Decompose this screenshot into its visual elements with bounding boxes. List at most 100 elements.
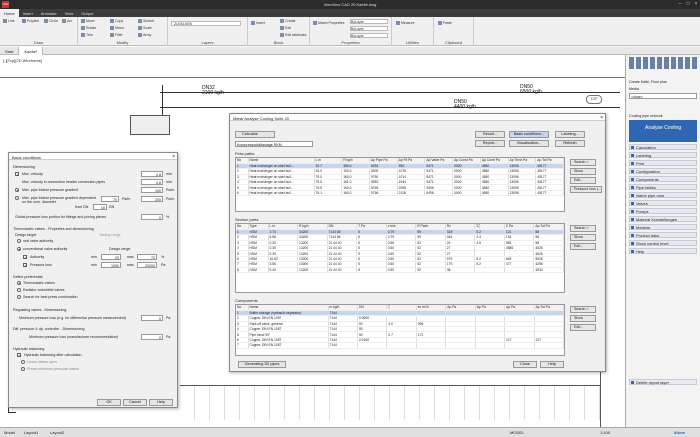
- close-button[interactable]: Close: [513, 361, 537, 368]
- table-row[interactable]: 4 Heat exchanger on start buil... 79.0 161.…: [236, 179, 564, 186]
- help-button[interactable]: Help: [149, 399, 173, 406]
- min-diff-pressure-input[interactable]: 0: [141, 334, 163, 340]
- network-select[interactable]: Kompressorkältanlage RKM: [235, 141, 313, 147]
- thermostatic-valves-radio[interactable]: [17, 281, 21, 285]
- block-create-button[interactable]: Create: [280, 19, 296, 24]
- panel-item-configuration[interactable]: Configuration: [629, 168, 697, 174]
- rotate-button[interactable]: Rotate: [81, 26, 96, 31]
- media-select[interactable]: <shae>: [629, 93, 697, 99]
- panel-item-components[interactable]: Components: [629, 176, 697, 182]
- panel-item-calculation[interactable]: Calculation: [629, 144, 697, 150]
- panel-item-material[interactable]: Material Krandellungen: [629, 216, 697, 222]
- visualization-button[interactable]: Visualization...: [509, 140, 549, 147]
- mirror-button[interactable]: Mirror: [110, 26, 124, 31]
- fillet-button[interactable]: Fillet: [110, 33, 122, 38]
- panel-item-help[interactable]: Help: [629, 248, 697, 254]
- cancel-button[interactable]: Cancel: [123, 399, 147, 406]
- search-best-press-radio[interactable]: [17, 295, 21, 299]
- max-velocity-connect-input[interactable]: 0.8: [141, 179, 163, 185]
- basic-conditions-button[interactable]: Basic conditions...: [509, 131, 549, 138]
- toolbar-icons[interactable]: [629, 57, 697, 69]
- array-button[interactable]: Array: [138, 33, 151, 38]
- pressure-loss-button[interactable]: Pressure loss (...: [570, 186, 602, 193]
- maximize-icon[interactable]: □: [684, 1, 692, 8]
- generate-3d-pipes-button[interactable]: Generating 3D pipes: [238, 361, 286, 368]
- line-button[interactable]: Line: [3, 19, 15, 24]
- from-dn-input[interactable]: 10: [93, 204, 107, 210]
- show-button[interactable]: Show: [570, 168, 596, 175]
- pa-m-high-input[interactable]: 200: [141, 196, 163, 202]
- ok-button[interactable]: OK: [97, 399, 121, 406]
- table-row[interactable]: 6 Heat exchanger on start buil... 75.1 160.…: [236, 190, 564, 197]
- max-pipe-friction-input[interactable]: 100: [141, 187, 163, 193]
- edit-attributes-button[interactable]: Edit attributes: [280, 33, 306, 38]
- panel-item-labeling[interactable]: Labeling: [629, 152, 697, 158]
- conventional-valve-radio[interactable]: [17, 247, 21, 251]
- panel-item-name-pipe-runs[interactable]: Name pipe runs: [629, 192, 697, 198]
- match-properties-button[interactable]: Match Properties: [313, 21, 344, 26]
- global-pressure-input[interactable]: 0: [141, 214, 163, 220]
- help-button[interactable]: Help: [540, 361, 564, 368]
- lineweight-select[interactable]: ByLayer: [350, 33, 388, 38]
- panel-item-show-control-level[interactable]: Show control level: [629, 240, 697, 246]
- max-pipe-friction-radio[interactable]: [15, 188, 19, 192]
- real-valve-radio[interactable]: [17, 239, 21, 243]
- max-velocity-input[interactable]: 0.8: [141, 171, 163, 177]
- min-pressure-loss-input[interactable]: 0: [141, 315, 163, 321]
- copy-button[interactable]: Copy: [110, 19, 123, 24]
- authority-checkbox[interactable]: [23, 255, 27, 260]
- trim-button[interactable]: Trim: [81, 33, 93, 38]
- block-insert-button[interactable]: Insert: [251, 21, 265, 26]
- layout-tab-model[interactable]: Model: [4, 430, 15, 435]
- pressure-max-input[interactable]: 20000: [137, 262, 157, 268]
- minimize-icon[interactable]: –: [676, 1, 684, 8]
- table-row[interactable]: 8 HSM 0.40 13200 21 44 40 5 0.50 52 38 4534: [236, 267, 564, 274]
- move-button[interactable]: Move: [81, 19, 95, 24]
- radiator-lockshield-radio[interactable]: [17, 288, 21, 292]
- table-row[interactable]: 5 Heat exchanger on start buil... 75.5 160.…: [236, 184, 564, 191]
- table-row[interactable]: 2 Heat exchanger on start buil... 34.0 100.…: [236, 168, 564, 175]
- pressure-min-input[interactable]: 1000: [101, 262, 121, 268]
- hydraulic-after-checkbox[interactable]: [17, 353, 21, 358]
- block-edit-button[interactable]: Edit: [280, 26, 291, 31]
- table-row[interactable]: 1 Heat exchanger on start buil... 30.7 356.…: [236, 163, 564, 170]
- close-icon[interactable]: ×: [172, 154, 175, 160]
- viewcube[interactable]: TOP: [586, 95, 602, 104]
- panel-item-valves[interactable]: Valves: [629, 200, 697, 206]
- paste-button[interactable]: Paste: [438, 21, 452, 26]
- viewport-label[interactable]: [-][Top][2D Wireframe]: [3, 58, 42, 63]
- edit-button[interactable]: Edit...: [570, 177, 596, 184]
- edit-button[interactable]: Edit...: [570, 324, 596, 331]
- result-button[interactable]: Result...: [475, 131, 505, 138]
- leave-valves-radio[interactable]: [21, 360, 25, 364]
- polyline-button[interactable]: Polyline: [22, 19, 39, 24]
- panel-item-print[interactable]: Print: [629, 160, 697, 166]
- authority-min-input[interactable]: 20: [101, 254, 121, 260]
- edit-button[interactable]: Edit...: [570, 243, 596, 250]
- circle-button[interactable]: Circle: [44, 19, 58, 24]
- table-row[interactable]: 3 Heat exchanger on start buil... 79.0 160.…: [236, 174, 564, 181]
- flow-paths-table[interactable]: No Name L mR kg/h Δp Pipe Pa Δp Fit Pa Δp Val…: [235, 157, 565, 212]
- refresh-button[interactable]: Refresh: [555, 140, 585, 147]
- panel-item-pumps[interactable]: Pumps: [629, 208, 697, 214]
- pa-m-low-input[interactable]: 70: [101, 196, 119, 202]
- layout-tab-layout1[interactable]: Layout1: [24, 430, 38, 435]
- layer-select[interactable]: ZU0SLKEN: [171, 21, 241, 26]
- show-button[interactable]: Show: [570, 315, 596, 322]
- calculate-button[interactable]: Calculate: [235, 131, 275, 138]
- section-parts-table[interactable]: No Type L mR kg/h DN T Pa v m/s R Pa/m Rc Σζ Z Pa…: [235, 223, 565, 293]
- color-select[interactable]: ByLayer: [350, 19, 388, 24]
- panel-item-medium[interactable]: Medium: [629, 224, 697, 230]
- show-button[interactable]: Show: [570, 234, 596, 241]
- authority-max-input[interactable]: 70: [137, 254, 157, 260]
- stretch-button[interactable]: Stretch: [138, 19, 154, 24]
- max-velocity-checkbox[interactable]: [15, 172, 19, 177]
- report-button[interactable]: Report...: [475, 140, 505, 147]
- components-table[interactable]: No Name m kg/h DN ζ kv m³/h Δp Pa Δp Pa Δp Pa Δp …: [235, 304, 565, 356]
- measure-button[interactable]: Measure: [396, 21, 415, 26]
- pressure-loss-checkbox[interactable]: [23, 263, 27, 268]
- panel-item-product-data[interactable]: Product data: [629, 232, 697, 238]
- model-space-toggle[interactable]: MODEL: [510, 430, 524, 435]
- scale-button[interactable]: Scale: [138, 26, 152, 31]
- labeling-button[interactable]: Labeling...: [555, 131, 585, 138]
